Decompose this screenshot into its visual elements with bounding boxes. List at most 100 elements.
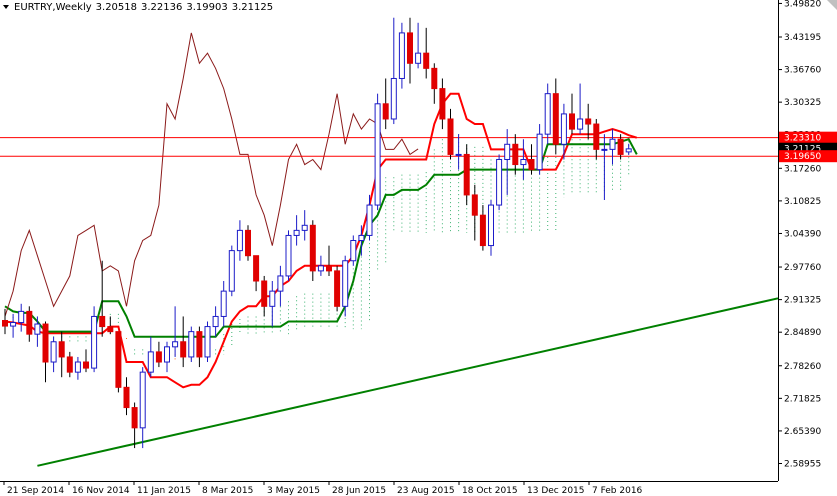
candle-body	[309, 224, 316, 272]
candle-body	[2, 319, 8, 327]
x-tick-label: 13 Dec 2015	[527, 486, 585, 496]
candle-body	[398, 32, 405, 79]
chart-canvas: 3.498203.431953.367603.303253.239003.172…	[0, 0, 837, 496]
candle-body	[544, 93, 551, 135]
candle-body	[18, 310, 25, 324]
y-tick-label: 3.43195	[784, 33, 821, 43]
candle-body	[155, 351, 162, 363]
chart: 3.498203.431953.367603.303253.239003.172…	[0, 0, 837, 496]
candle-body	[471, 194, 478, 216]
candle-body	[585, 118, 592, 125]
candle-body	[439, 88, 446, 120]
candle-body	[147, 351, 154, 373]
candle-body	[407, 32, 413, 64]
candle	[188, 326, 195, 363]
candle-body	[42, 323, 49, 363]
x-tick-label: 21 Sep 2014	[7, 486, 64, 496]
candle-body	[455, 153, 462, 156]
y-tick-label: 3.36760	[784, 66, 821, 76]
candle-body	[228, 250, 235, 292]
candle-body	[390, 77, 397, 120]
candle	[245, 225, 251, 261]
x-tick-label: 18 Oct 2015	[462, 486, 518, 496]
candle-body	[115, 331, 122, 388]
candle-body	[236, 229, 243, 252]
candle	[496, 154, 503, 211]
y-tick-label: 2.91325	[784, 296, 821, 306]
price-label: 3.19650	[784, 152, 821, 162]
candle-body	[609, 138, 616, 150]
candle-body	[431, 67, 438, 90]
candle-body	[520, 158, 527, 166]
candle-body	[293, 229, 300, 236]
candle-body	[577, 118, 584, 130]
candle-body	[342, 260, 349, 307]
candle-body	[593, 123, 600, 150]
x-tick-label: 28 Jun 2015	[332, 486, 386, 496]
candle-body	[83, 361, 89, 369]
y-tick-label: 3.10825	[784, 197, 821, 207]
candle-body	[528, 158, 535, 171]
x-tick-label: 3 May 2015	[267, 486, 320, 496]
y-tick-label: 2.58955	[784, 460, 821, 470]
candle-body	[334, 270, 341, 307]
candle-body	[10, 322, 17, 327]
candle-body	[617, 138, 624, 155]
candle-body	[552, 93, 559, 145]
candle-body	[463, 153, 470, 196]
candle-body	[204, 326, 211, 358]
candle-body	[212, 315, 219, 328]
x-tick-label: 23 Aug 2015	[397, 486, 455, 496]
candle	[204, 321, 211, 363]
candle-body	[479, 214, 486, 247]
candle-body	[107, 326, 114, 333]
candle-body	[350, 240, 357, 262]
candle-body	[625, 148, 632, 153]
candle-body	[58, 341, 65, 358]
candle-body	[374, 103, 381, 206]
candle-body	[512, 143, 519, 166]
candle-body	[317, 265, 324, 272]
candle-body	[504, 143, 511, 160]
candle-body	[123, 386, 130, 409]
candle-body	[180, 341, 187, 358]
candle-body	[569, 113, 575, 130]
candle-body	[366, 204, 373, 236]
candle-body	[34, 323, 41, 335]
candle-body	[496, 158, 503, 206]
candle-body	[326, 265, 332, 272]
candle-body	[253, 255, 260, 282]
chart-header: EURTRY,Weekly 3.20518 3.22136 3.19903 3.2112…	[14, 2, 273, 13]
candle-body	[423, 52, 430, 69]
candle-body	[172, 341, 179, 348]
candle-body	[261, 280, 268, 307]
candle-body	[220, 290, 227, 317]
candle	[334, 265, 341, 312]
candle-body	[139, 371, 146, 429]
y-tick-label: 3.17260	[784, 164, 821, 174]
y-tick-label: 2.97760	[784, 263, 821, 273]
candle-body	[245, 229, 251, 257]
x-tick-label: 16 Nov 2014	[72, 486, 130, 496]
y-tick-label: 3.04390	[784, 229, 821, 239]
x-tick-label: 8 Mar 2015	[202, 486, 253, 496]
candle-body	[91, 315, 98, 369]
candle-body	[26, 310, 33, 335]
candle-body	[488, 204, 494, 247]
candle-body	[164, 346, 170, 363]
y-tick-label: 2.65390	[784, 427, 821, 437]
candle-body	[66, 356, 73, 373]
candle-body	[285, 234, 292, 277]
candle-body	[196, 331, 203, 358]
y-tick-label: 3.30325	[784, 98, 821, 108]
y-tick-label: 2.71825	[784, 394, 821, 404]
candle-body	[447, 118, 454, 155]
candle-body	[601, 148, 608, 151]
candle	[374, 93, 381, 211]
candle-body	[99, 315, 106, 328]
candle-body	[131, 407, 138, 429]
candle	[228, 245, 235, 297]
candle-body	[269, 290, 276, 307]
candle	[285, 230, 292, 282]
price-label: 3.23310	[784, 134, 821, 144]
